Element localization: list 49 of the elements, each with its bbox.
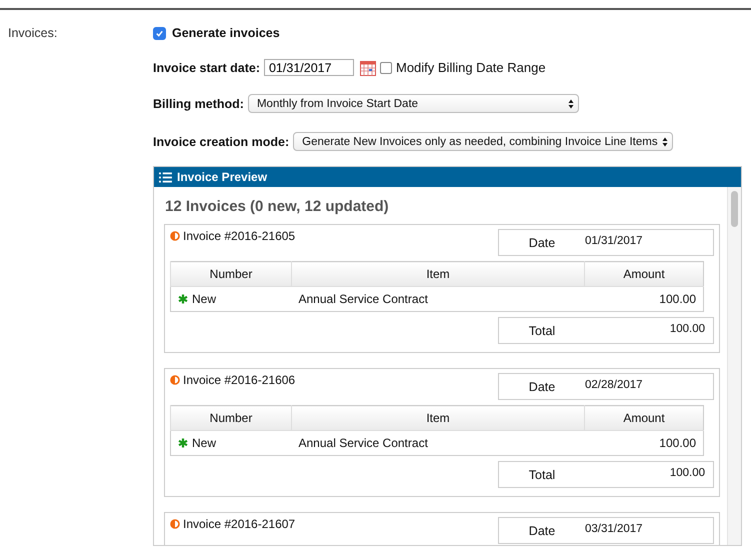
up-down-arrows-icon xyxy=(568,98,574,108)
column-header: Item xyxy=(292,406,584,430)
billing-method-dropdown[interactable]: Monthly from Invoice Start Date xyxy=(248,94,579,113)
column-header: Number xyxy=(170,262,292,286)
date-value: 01/31/2017 xyxy=(585,234,643,246)
checkmark-icon xyxy=(155,28,164,38)
invoice-number: Invoice #2016-21607 xyxy=(183,517,296,531)
calendar-icon[interactable] xyxy=(360,60,376,76)
total-value: 100.00 xyxy=(668,466,706,478)
list-icon xyxy=(159,172,172,182)
checkbox[interactable] xyxy=(380,62,392,74)
column-header: Amount xyxy=(584,262,704,286)
asterisk-icon xyxy=(178,438,188,448)
checkbox-label: Generate invoices xyxy=(172,26,280,40)
table-cell: Annual Service Contract xyxy=(292,286,584,312)
billing-method-label: Billing method: xyxy=(153,96,244,110)
column-header: Item xyxy=(292,262,584,286)
half-circle-icon xyxy=(170,519,180,529)
half-circle-icon xyxy=(170,231,180,241)
half-circle-icon xyxy=(170,375,180,385)
table-cell: Annual Service Contract xyxy=(292,430,584,456)
date-label: Date xyxy=(528,380,556,394)
column-header: Number xyxy=(170,406,292,430)
start-date-label: Invoice start date: xyxy=(153,60,260,74)
invoice-summary: 12 Invoices (0 new, 12 updated) xyxy=(165,198,390,215)
total-label: Total xyxy=(528,324,556,338)
date-label: Date xyxy=(528,524,556,538)
panel-title: Invoice Preview xyxy=(177,170,268,184)
table-cell: New xyxy=(170,430,292,456)
creation-mode-dropdown[interactable]: Generate New Invoices only as needed, combining Invoice Line Items xyxy=(293,132,673,151)
asterisk-icon xyxy=(178,294,188,304)
column-header: Amount xyxy=(584,406,704,430)
total-label: Total xyxy=(528,468,556,482)
field-label: Invoices: xyxy=(8,26,58,40)
start-date-field[interactable]: 01/31/2017 xyxy=(264,59,354,76)
table-cell: New xyxy=(170,286,292,312)
invoice-number: Invoice #2016-21605 xyxy=(183,229,296,243)
table-cell: 100.00 xyxy=(584,286,704,312)
checkbox-label: Modify Billing Date Range xyxy=(396,60,546,75)
up-down-arrows-icon xyxy=(662,136,668,146)
scrollbar[interactable] xyxy=(727,187,741,545)
table-cell: 100.00 xyxy=(584,430,704,456)
date-value: 02/28/2017 xyxy=(585,378,643,390)
total-value: 100.00 xyxy=(668,322,706,334)
date-value: 03/31/2017 xyxy=(585,522,643,534)
checkbox[interactable] xyxy=(153,26,166,40)
creation-mode-label: Invoice creation mode: xyxy=(153,134,290,148)
invoice-number: Invoice #2016-21606 xyxy=(183,373,296,387)
date-label: Date xyxy=(528,236,556,250)
